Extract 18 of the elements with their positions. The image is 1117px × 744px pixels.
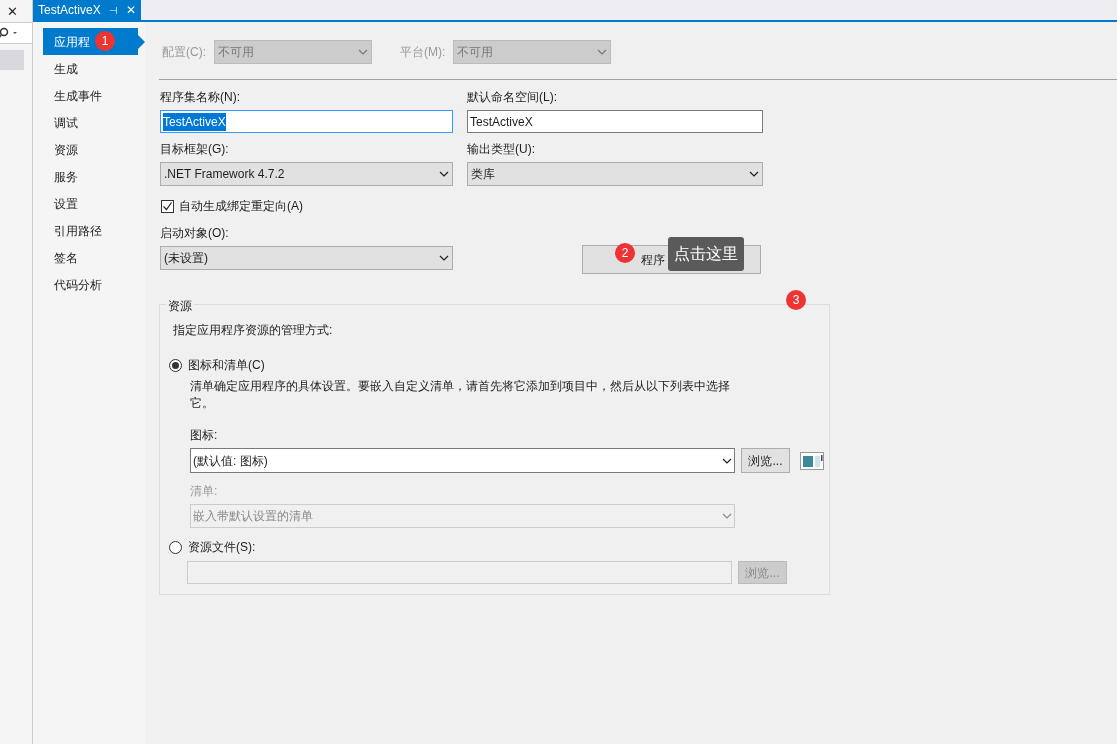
note-text: 清单确定应用程序的具体设置。要嵌入自定义清单，请首先将它添加到项目中，然后从以下列表中选择它。 (190, 378, 730, 412)
radio-label: 资源文件(S): (188, 539, 256, 556)
field-label: 配置(C): (162, 44, 206, 61)
step-badge: 3 (786, 290, 806, 310)
field-label: 输出类型(U): (467, 141, 536, 158)
step-badge: 2 (615, 243, 635, 263)
tooltip: 点击这里 (668, 237, 744, 271)
group-title: 资源 (166, 297, 194, 315)
field-label: 目标框架(G): (160, 141, 230, 158)
field-label: 程序集名称(N): (160, 89, 241, 106)
checkbox-label: 自动生成绑定重定向(A) (179, 198, 303, 215)
field-label: 平台(M): (400, 44, 446, 61)
field-label: 启动对象(O): (160, 225, 230, 242)
field-label: 清单: (190, 483, 219, 500)
radio-label: 图标和清单(C) (188, 357, 265, 374)
description-text: 指定应用程序资源的管理方式: (173, 322, 334, 339)
field-label: 默认命名空间(L): (467, 89, 558, 106)
field-label: 图标: (190, 427, 219, 444)
